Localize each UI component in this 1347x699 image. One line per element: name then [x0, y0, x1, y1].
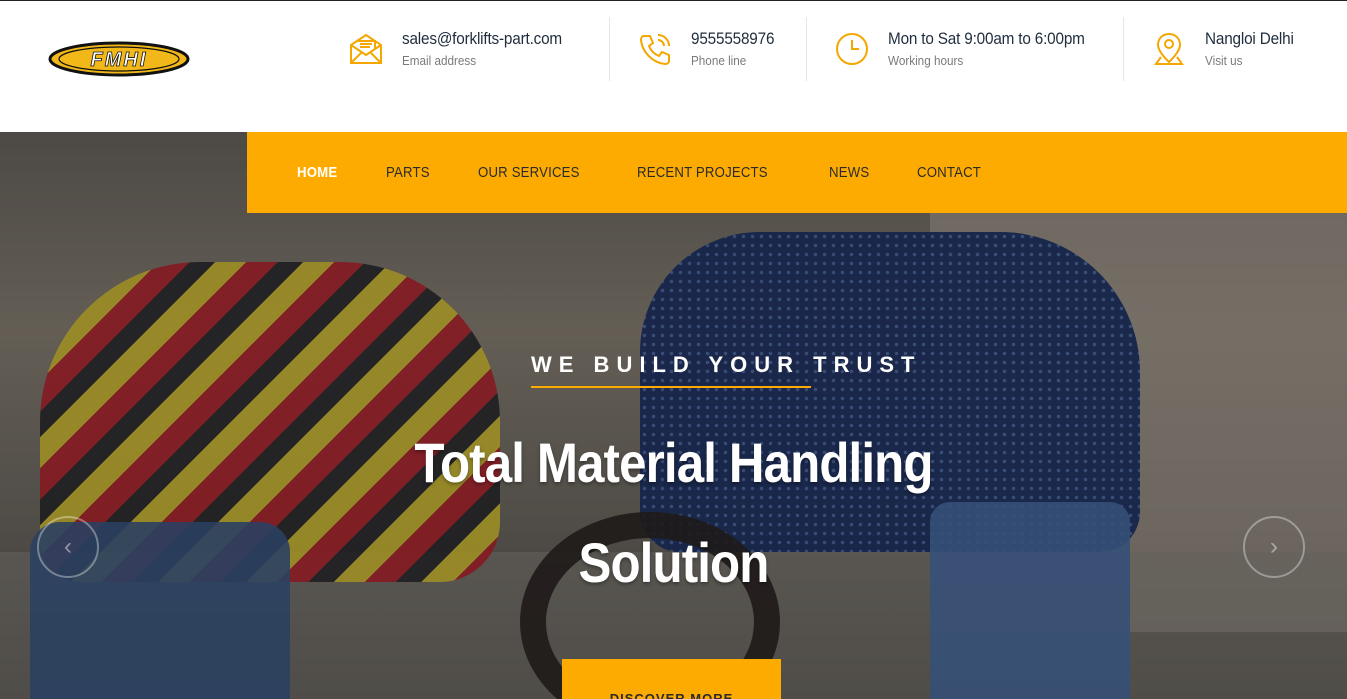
- phone-icon: [639, 34, 670, 66]
- chevron-right-icon: ›: [1270, 533, 1278, 560]
- location-label: Visit us: [1205, 53, 1243, 68]
- location-pin-icon: [1154, 32, 1184, 65]
- contact-hours: Mon to Sat 9:00am to 6:00pm Working hour…: [834, 17, 1107, 81]
- hero-overlay: [0, 132, 1347, 699]
- slider-next-button[interactable]: ›: [1243, 516, 1305, 578]
- contact-phone[interactable]: 9555558976 Phone line: [637, 17, 784, 81]
- nav-item-home[interactable]: HOME: [297, 164, 337, 181]
- chevron-left-icon: ‹: [64, 533, 72, 560]
- top-header: FMHI sales@forklifts-part.com Email addr…: [0, 0, 1347, 132]
- nav-item-parts[interactable]: PARTS: [386, 164, 430, 181]
- fmhi-logo[interactable]: FMHI: [48, 41, 190, 77]
- main-navigation: HOME PARTS OUR SERVICES RECENT PROJECTS …: [247, 132, 1347, 213]
- hero-headline-line2: Solution: [578, 531, 769, 594]
- hero-eyebrow: WE BUILD YOUR TRUST: [531, 352, 922, 377]
- email-label: Email address: [402, 53, 477, 68]
- phone-value[interactable]: 9555558976: [691, 29, 774, 49]
- contact-location[interactable]: Nangloi Delhi Visit us: [1151, 17, 1304, 81]
- hours-value: Mon to Sat 9:00am to 6:00pm: [888, 29, 1085, 48]
- divider: [1123, 17, 1124, 81]
- envelope-icon: [350, 33, 382, 64]
- divider: [806, 17, 807, 81]
- location-value[interactable]: Nangloi Delhi: [1205, 29, 1294, 49]
- hero-slider: [0, 132, 1347, 699]
- hero-headline-line1: Total Material Handling: [414, 431, 933, 494]
- nav-item-our-services[interactable]: OUR SERVICES: [478, 164, 580, 181]
- clock-icon: [836, 33, 868, 65]
- hero-eyebrow-underline: [531, 386, 811, 388]
- discover-more-button[interactable]: DISCOVER MORE: [562, 659, 781, 699]
- svg-text:FMHI: FMHI: [91, 49, 148, 71]
- nav-item-recent-projects[interactable]: RECENT PROJECTS: [637, 164, 768, 181]
- divider: [609, 17, 610, 81]
- nav-item-contact[interactable]: CONTACT: [917, 164, 981, 181]
- phone-label: Phone line: [691, 53, 747, 68]
- contact-email[interactable]: sales@forklifts-part.com Email address: [348, 17, 580, 81]
- nav-item-news[interactable]: NEWS: [829, 164, 869, 181]
- slider-prev-button[interactable]: ‹: [37, 516, 99, 578]
- hours-label: Working hours: [888, 53, 964, 68]
- email-value[interactable]: sales@forklifts-part.com: [402, 29, 562, 49]
